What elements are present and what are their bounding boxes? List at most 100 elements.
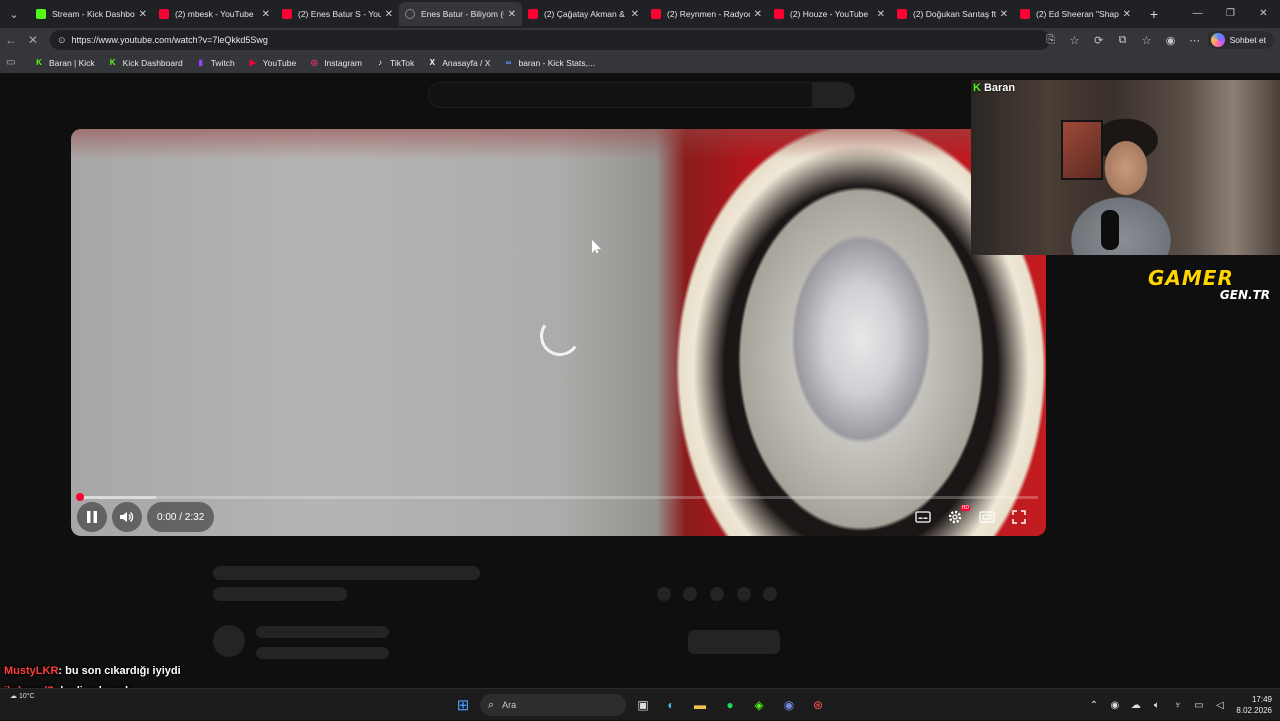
- microphone: [1101, 210, 1119, 250]
- tab[interactable]: (2) Çağatay Akman & Batu ✕: [522, 2, 645, 26]
- tab[interactable]: (2) Doğukan Sarıtaş ft. Uzi ✕: [891, 2, 1014, 26]
- task-view-icon[interactable]: ▣: [633, 695, 653, 715]
- time-text: 0:00 / 2:32: [157, 511, 205, 523]
- volume-icon: [120, 511, 134, 523]
- title-skeleton: [213, 566, 480, 580]
- app-icon[interactable]: ◈: [749, 695, 769, 715]
- subscribe-skeleton: [688, 630, 780, 654]
- pause-icon: [87, 511, 97, 523]
- tab-label: (2) Ed Sheeran "Shape of: [1036, 9, 1119, 19]
- obs-icon[interactable]: ⊛: [808, 695, 828, 715]
- discord-icon[interactable]: ◉: [779, 695, 799, 715]
- windows-start-icon[interactable]: ⊞: [453, 695, 473, 715]
- pause-button[interactable]: [77, 502, 107, 532]
- tab-label: (2) mbesk - YouTube: [175, 9, 254, 19]
- bookmark-item[interactable]: ◎ Instagram: [309, 58, 362, 68]
- translate-icon[interactable]: ⎘: [1039, 34, 1063, 47]
- tab[interactable]: (2) Houze - YouTube ✕: [768, 2, 891, 26]
- youtube-icon: [528, 9, 538, 19]
- tab[interactable]: (2) mbesk - YouTube ✕: [153, 2, 276, 26]
- spotify-icon[interactable]: ●: [720, 695, 740, 715]
- tab[interactable]: (2) Enes Batur S - YouTube ✕: [276, 2, 399, 26]
- tab-close-icon[interactable]: ✕: [385, 9, 393, 20]
- bookmark-item[interactable]: K Kick Dashboard: [108, 58, 183, 68]
- streamer-label: K Baran: [973, 82, 1015, 94]
- new-tab-button[interactable]: +: [1143, 6, 1165, 22]
- minimize-icon[interactable]: —: [1181, 0, 1214, 28]
- channel-avatar-skeleton: [213, 625, 245, 657]
- tab-close-icon[interactable]: ✕: [754, 9, 762, 20]
- bookmark-item[interactable]: ♪ TikTok: [375, 58, 414, 68]
- bookmark-label: Kick Dashboard: [122, 57, 183, 68]
- bookmark-label: Instagram: [324, 57, 362, 68]
- video-frame-shade: [71, 129, 1046, 159]
- subtitle-skeleton: [213, 587, 347, 601]
- extensions-icon[interactable]: ⟳: [1087, 34, 1111, 47]
- edge-browser-icon[interactable]: ◐: [661, 695, 681, 715]
- cloud-tray-icon[interactable]: ☁: [1125, 700, 1146, 711]
- volume-button[interactable]: [112, 502, 142, 532]
- tab-actions-menu-icon[interactable]: ⌄: [2, 2, 26, 26]
- address-bar[interactable]: ⊙ https://www.youtube.com/watch?v=7leQkk…: [50, 30, 1050, 50]
- bookmark-item[interactable]: ▶ YouTube: [248, 58, 296, 68]
- theater-mode-button[interactable]: [974, 504, 1000, 530]
- progress-scrubber[interactable]: [76, 493, 84, 501]
- tab-close-icon[interactable]: ✕: [262, 9, 270, 20]
- bookmark-item[interactable]: ▮ Twitch: [196, 57, 235, 68]
- file-explorer-icon[interactable]: ▬: [690, 695, 710, 715]
- favorites-icon[interactable]: ☆: [1135, 34, 1159, 47]
- tab[interactable]: (2) Reynmen - Radyoda ✕: [645, 2, 768, 26]
- volume-tray-icon[interactable]: ◁: [1209, 700, 1230, 711]
- tab-close-icon[interactable]: ✕: [631, 9, 639, 20]
- site-info-icon[interactable]: ⊙: [58, 35, 66, 46]
- display-tray-icon[interactable]: ▭: [1188, 700, 1209, 711]
- toolbar-right: ⎘ ☆ ⟳ ⧉ ☆ ◉ ⋯ Sohbet et: [1039, 28, 1280, 52]
- microphone-tray-icon[interactable]: ♆: [1167, 700, 1188, 711]
- tab-close-icon[interactable]: ✕: [139, 9, 147, 20]
- taskbar-search[interactable]: ⌕ Ara: [480, 694, 626, 716]
- action-skeleton: [763, 587, 777, 601]
- bookmark-label: YouTube: [262, 57, 297, 68]
- sidebar-toggle-icon[interactable]: ▭: [6, 57, 20, 68]
- progress-bar[interactable]: [79, 496, 1038, 499]
- tab[interactable]: (2) Ed Sheeran "Shape of ✕: [1014, 2, 1137, 26]
- copilot-button[interactable]: Sohbet et: [1206, 31, 1274, 49]
- favorite-star-icon[interactable]: ☆: [1063, 34, 1087, 47]
- tab-label: Stream - Kick Dashboard: [52, 9, 135, 19]
- bookmark-item[interactable]: ∞ baran - Kick Stats,...: [503, 58, 595, 68]
- profile-avatar[interactable]: ◉: [1159, 34, 1183, 47]
- tab[interactable]: Enes Batur - Biliyom (Official ✕: [399, 2, 522, 26]
- split-screen-icon[interactable]: ⧉: [1111, 34, 1135, 47]
- bookmark-label: TikTok: [389, 57, 415, 68]
- search-button-skeleton[interactable]: [812, 82, 855, 108]
- tab-label: (2) Houze - YouTube: [790, 9, 869, 19]
- clock[interactable]: 17:49 8.02.2026: [1236, 694, 1272, 716]
- tab-close-icon[interactable]: ✕: [508, 9, 516, 20]
- close-window-icon[interactable]: ✕: [1247, 0, 1280, 28]
- more-menu-icon[interactable]: ⋯: [1183, 34, 1207, 47]
- subtitles-button[interactable]: [910, 504, 936, 530]
- fullscreen-button[interactable]: [1006, 504, 1032, 530]
- discord-tray-icon[interactable]: ◉: [1104, 700, 1125, 711]
- action-skeleton: [737, 587, 751, 601]
- tab[interactable]: Stream - Kick Dashboard ✕: [30, 2, 153, 26]
- settings-button[interactable]: HD: [942, 504, 970, 530]
- search-input-skeleton[interactable]: [428, 82, 813, 108]
- weather-widget[interactable]: ☁ 10°C: [10, 692, 35, 700]
- speaker-tray-icon[interactable]: 🔈︎: [1146, 700, 1167, 711]
- video-player[interactable]: 0:00 / 2:32 HD: [71, 129, 1046, 536]
- bookmark-item[interactable]: X Anasayfa / X: [427, 58, 491, 68]
- stop-loading-icon[interactable]: ✕: [22, 33, 44, 47]
- bookmark-label: baran - Kick Stats,...: [518, 57, 595, 68]
- tray-overflow-icon[interactable]: ⌃: [1083, 700, 1104, 711]
- bookmark-label: Twitch: [210, 57, 235, 68]
- bookmarks-container: K Baran | Kick K Kick Dashboard ▮ Twitch ▶ YouT…: [34, 58, 608, 68]
- bookmark-label: Baran | Kick: [49, 57, 95, 68]
- back-icon[interactable]: ←: [0, 33, 22, 47]
- tab-close-icon[interactable]: ✕: [1000, 9, 1008, 20]
- tab-close-icon[interactable]: ✕: [877, 9, 885, 20]
- tab-close-icon[interactable]: ✕: [1123, 9, 1131, 20]
- restore-icon[interactable]: ❐: [1214, 0, 1247, 28]
- bookmark-item[interactable]: K Baran | Kick: [34, 58, 95, 68]
- kick-logo-icon: K: [973, 82, 981, 94]
